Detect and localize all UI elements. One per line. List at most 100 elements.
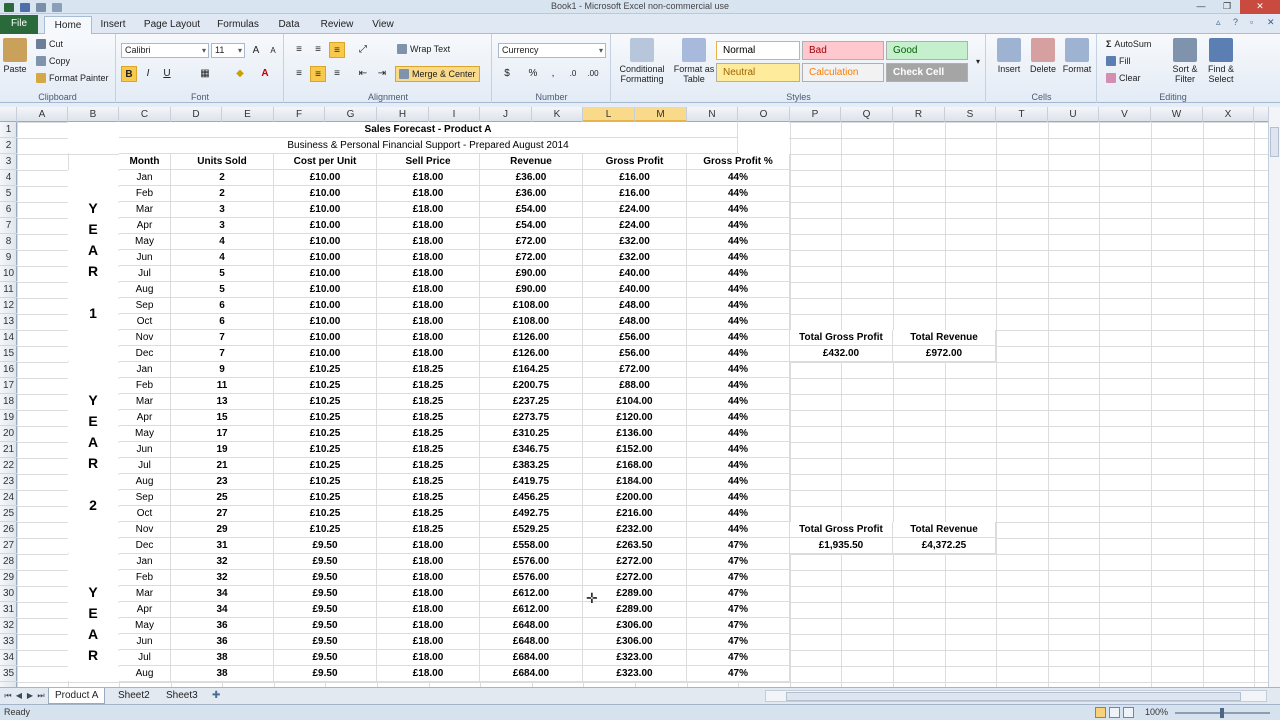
data-cell[interactable]: 23 xyxy=(171,474,274,490)
data-cell[interactable]: 44% xyxy=(687,266,790,282)
data-cell[interactable]: £126.00 xyxy=(480,346,583,362)
normal-view-icon[interactable] xyxy=(1095,707,1106,718)
data-cell[interactable]: 29 xyxy=(171,522,274,538)
column-header[interactable]: J xyxy=(480,107,532,122)
data-cell[interactable]: £18.25 xyxy=(377,378,480,394)
column-header[interactable]: S xyxy=(945,107,996,122)
minimize-ribbon-icon[interactable]: ▵ xyxy=(1216,18,1225,27)
data-cell[interactable]: £9.50 xyxy=(274,650,377,666)
paste-button[interactable]: Paste xyxy=(2,38,28,74)
data-cell[interactable]: Mar xyxy=(119,394,171,410)
column-header[interactable]: E xyxy=(222,107,274,122)
data-cell[interactable]: £576.00 xyxy=(480,570,583,586)
conditional-formatting-button[interactable]: Conditional Formatting xyxy=(616,38,668,84)
data-cell[interactable]: 44% xyxy=(687,234,790,250)
column-header[interactable]: I xyxy=(429,107,480,122)
data-cell[interactable]: 44% xyxy=(687,506,790,522)
tab-page-layout[interactable]: Page Layout xyxy=(140,16,204,34)
data-cell[interactable]: £10.00 xyxy=(274,170,377,186)
align-middle-icon[interactable]: ≡ xyxy=(310,42,326,58)
tab-formulas[interactable]: Formulas xyxy=(214,16,262,34)
vertical-scroll-thumb[interactable] xyxy=(1270,127,1279,157)
format-as-table-button[interactable]: Format as Table xyxy=(672,38,716,84)
data-cell[interactable]: £108.00 xyxy=(480,314,583,330)
merge-center-button[interactable]: Merge & Center xyxy=(395,66,480,82)
data-cell[interactable]: 17 xyxy=(171,426,274,442)
data-cell[interactable]: £648.00 xyxy=(480,618,583,634)
sort-filter-button[interactable]: Sort & Filter xyxy=(1168,38,1202,84)
data-cell[interactable]: £10.25 xyxy=(274,474,377,490)
row-header[interactable]: 27 xyxy=(0,538,17,554)
data-cell[interactable]: £456.25 xyxy=(480,490,583,506)
data-cell[interactable]: Dec xyxy=(119,346,171,362)
column-header[interactable]: W xyxy=(1151,107,1203,122)
row-header[interactable]: 21 xyxy=(0,442,17,458)
data-cell[interactable]: 44% xyxy=(687,346,790,362)
data-cell[interactable]: £10.00 xyxy=(274,298,377,314)
data-cell[interactable]: 44% xyxy=(687,218,790,234)
row-header[interactable]: 24 xyxy=(0,490,17,506)
row-header[interactable]: 12 xyxy=(0,298,17,314)
column-header[interactable]: T xyxy=(996,107,1048,122)
data-cell[interactable]: 5 xyxy=(171,266,274,282)
data-cell[interactable]: May xyxy=(119,426,171,442)
data-cell[interactable]: £18.25 xyxy=(377,410,480,426)
data-cell[interactable]: £529.25 xyxy=(480,522,583,538)
increase-indent-icon[interactable]: ⇥ xyxy=(374,66,390,82)
data-cell[interactable]: 25 xyxy=(171,490,274,506)
orientation-icon[interactable]: ⤢ xyxy=(355,42,371,58)
data-cell[interactable]: £10.00 xyxy=(274,218,377,234)
tab-review[interactable]: Review xyxy=(316,16,358,34)
row-header[interactable]: 4 xyxy=(0,170,17,186)
data-cell[interactable]: £18.25 xyxy=(377,426,480,442)
column-title[interactable]: Revenue xyxy=(480,154,583,170)
data-cell[interactable]: £18.25 xyxy=(377,458,480,474)
data-cell[interactable]: 5 xyxy=(171,282,274,298)
column-header[interactable]: M xyxy=(635,107,687,122)
data-cell[interactable]: 44% xyxy=(687,362,790,378)
data-cell[interactable]: £10.25 xyxy=(274,378,377,394)
data-cell[interactable]: 6 xyxy=(171,298,274,314)
data-cell[interactable]: £56.00 xyxy=(583,330,687,346)
data-cell[interactable]: Jul xyxy=(119,458,171,474)
data-cell[interactable]: Feb xyxy=(119,378,171,394)
data-cell[interactable]: £136.00 xyxy=(583,426,687,442)
align-center-icon[interactable]: ≡ xyxy=(310,66,326,82)
data-cell[interactable]: £18.00 xyxy=(377,538,480,554)
close-workbook-icon[interactable]: ✕ xyxy=(1267,18,1276,27)
data-cell[interactable]: £9.50 xyxy=(274,538,377,554)
data-cell[interactable]: £184.00 xyxy=(583,474,687,490)
data-cell[interactable]: £10.00 xyxy=(274,346,377,362)
row-header[interactable]: 18 xyxy=(0,394,17,410)
data-cell[interactable]: £10.00 xyxy=(274,202,377,218)
sheet-title[interactable]: Sales Forecast - Product A xyxy=(119,122,738,138)
data-cell[interactable]: £18.25 xyxy=(377,394,480,410)
data-cell[interactable]: 15 xyxy=(171,410,274,426)
data-cell[interactable]: Jul xyxy=(119,650,171,666)
row-header[interactable]: 7 xyxy=(0,218,17,234)
column-header[interactable]: F xyxy=(274,107,325,122)
sheet-tab-sheet3[interactable]: Sheet3 xyxy=(160,688,204,704)
data-cell[interactable]: £120.00 xyxy=(583,410,687,426)
row-header[interactable]: 31 xyxy=(0,602,17,618)
data-cell[interactable]: £10.25 xyxy=(274,362,377,378)
data-cell[interactable]: 44% xyxy=(687,282,790,298)
data-cell[interactable]: £9.50 xyxy=(274,602,377,618)
data-cell[interactable]: £10.25 xyxy=(274,410,377,426)
data-cell[interactable]: 44% xyxy=(687,250,790,266)
row-header[interactable]: 22 xyxy=(0,458,17,474)
data-cell[interactable]: £200.75 xyxy=(480,378,583,394)
data-cell[interactable]: £9.50 xyxy=(274,618,377,634)
data-cell[interactable]: £72.00 xyxy=(583,362,687,378)
data-cell[interactable]: £10.25 xyxy=(274,458,377,474)
data-cell[interactable]: £18.00 xyxy=(377,602,480,618)
sheet-tab-sheet2[interactable]: Sheet2 xyxy=(112,688,156,704)
data-cell[interactable]: £56.00 xyxy=(583,346,687,362)
summary-value[interactable]: £1,935.50 xyxy=(790,538,893,554)
data-cell[interactable]: £10.00 xyxy=(274,330,377,346)
data-cell[interactable]: £558.00 xyxy=(480,538,583,554)
data-cell[interactable]: 44% xyxy=(687,298,790,314)
data-cell[interactable]: £18.00 xyxy=(377,666,480,682)
data-cell[interactable]: 47% xyxy=(687,602,790,618)
autosum-button[interactable]: Σ AutoSum xyxy=(1106,39,1151,49)
